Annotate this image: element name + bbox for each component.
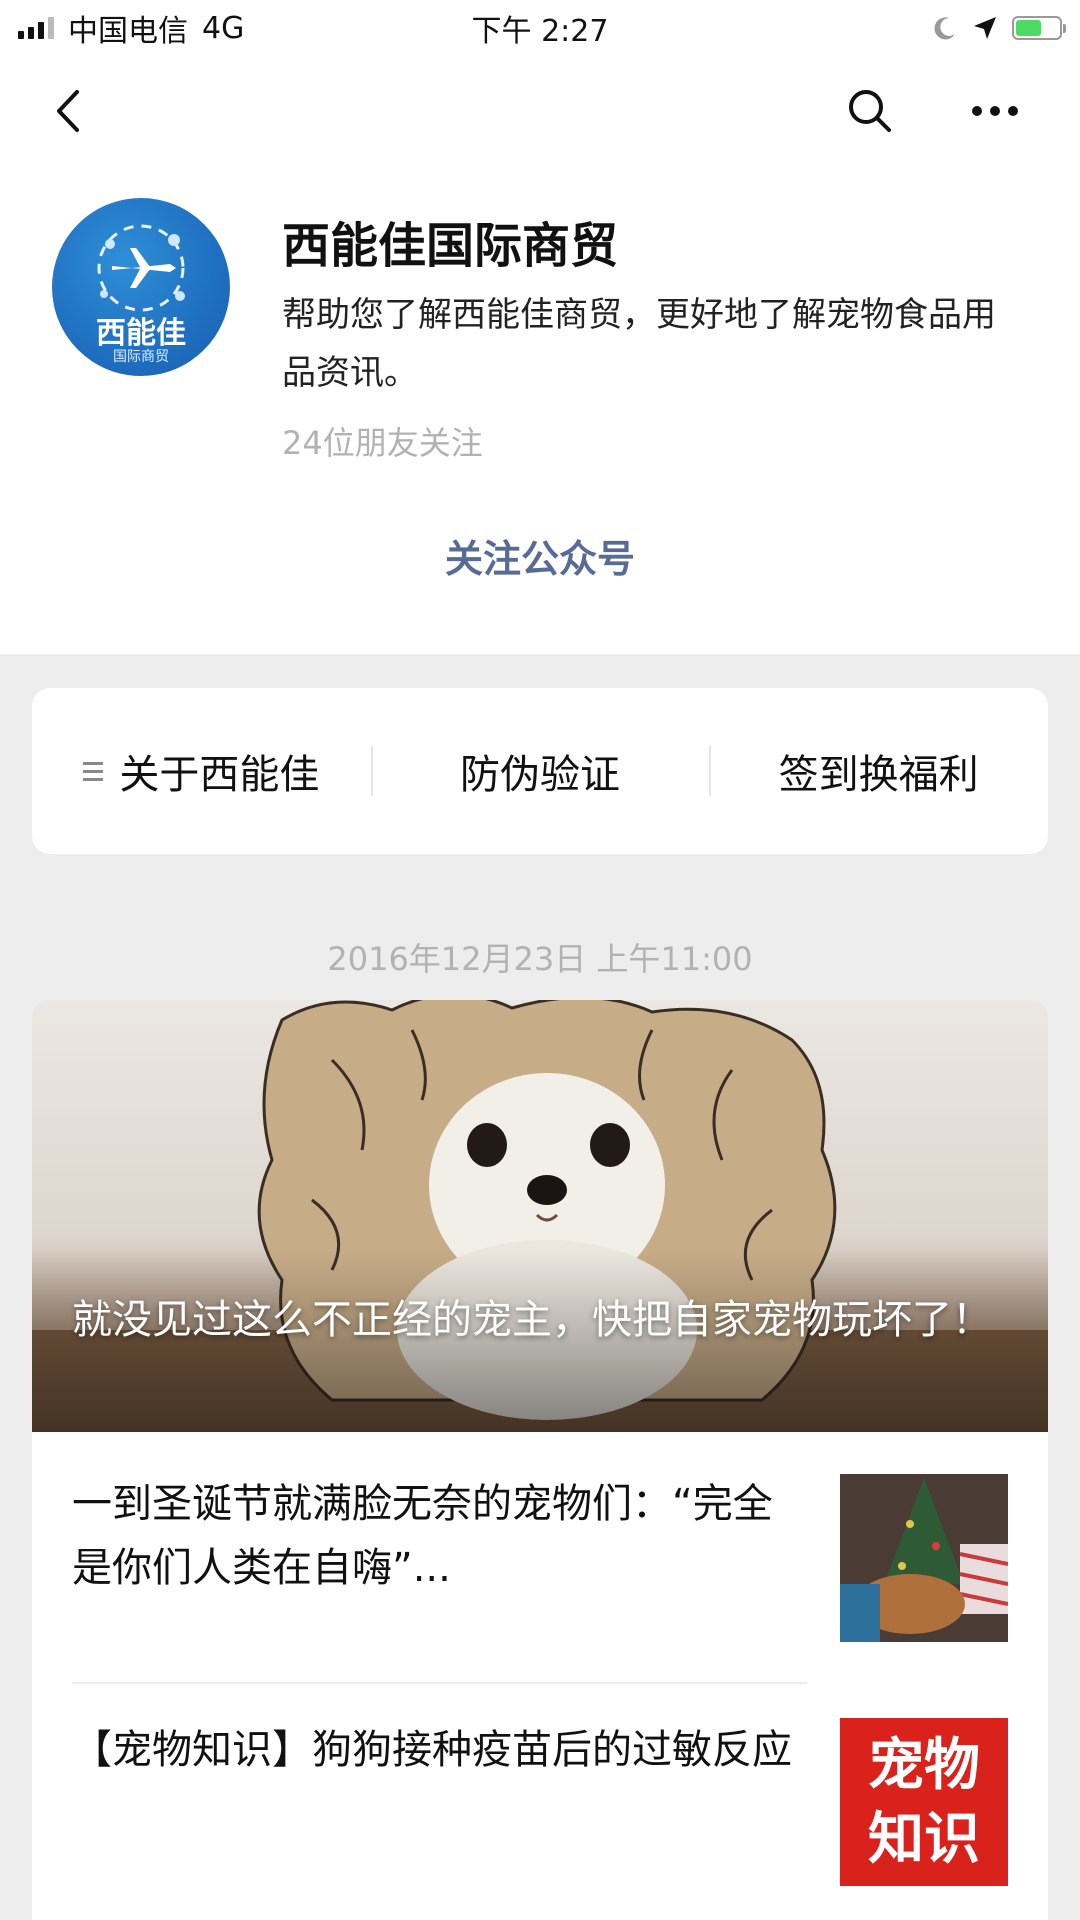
logo-subtext: 国际商贸: [113, 349, 169, 365]
menu-item-about[interactable]: 关于西能佳: [32, 688, 371, 854]
follow-button[interactable]: 关注公众号: [0, 528, 1080, 583]
account-logo[interactable]: 西能佳 国际商贸: [52, 198, 230, 376]
back-arrow-icon: [57, 90, 79, 132]
followers-count: 24位朋友关注: [282, 424, 483, 462]
status-right: [932, 15, 1066, 41]
status-bar: 中国电信 4G 下午 2:27: [0, 0, 1080, 56]
battery-icon: [1012, 16, 1066, 40]
dog-lion-image: [32, 1000, 1048, 1432]
carrier-label: 中国电信: [68, 14, 188, 49]
network-label: 4G: [202, 10, 245, 46]
menu-item-anti-counterfeit[interactable]: 防伪验证: [370, 688, 710, 854]
menu-item-label: 关于西能佳: [119, 752, 320, 798]
submenu-icon: [83, 761, 104, 781]
article-thumbnail: 宠物知识: [840, 1718, 1008, 1886]
location-icon: [974, 17, 996, 39]
account-profile: 西能佳 国际商贸 西能佳国际商贸 帮助您了解西能佳商贸，更好地了解宠物食品用品资…: [0, 166, 1080, 654]
moon-icon: [934, 17, 955, 40]
account-name: 西能佳国际商贸: [282, 218, 619, 274]
more-icon: [972, 106, 1018, 116]
status-left: 中国电信 4G: [18, 6, 244, 50]
menu-item-label: 防伪验证: [460, 752, 620, 798]
menu-item-label: 签到换福利: [778, 752, 979, 798]
nav-bar: [0, 56, 1080, 166]
account-menu: 关于西能佳 防伪验证 签到换福利: [32, 688, 1048, 854]
hero-article[interactable]: 就没见过这么不正经的宠主，快把自家宠物玩坏了！: [32, 1000, 1048, 1432]
article-item[interactable]: 【宠物知识】狗狗接种疫苗后的过敏反应 宠物知识: [32, 1684, 1048, 1920]
post-date: 2016年12月23日 上午11:00: [327, 940, 753, 978]
article-group-card: 就没见过这么不正经的宠主，快把自家宠物玩坏了！ 一到圣诞节就满脸无奈的宠物们：“…: [32, 1000, 1048, 1920]
article-item[interactable]: 一到圣诞节就满脸无奈的宠物们：“完全是你们人类在自嗨”...: [32, 1432, 1048, 1672]
hero-article-title: 就没见过这么不正经的宠主，快把自家宠物玩坏了！: [72, 1297, 992, 1343]
article-thumbnail: [840, 1474, 1008, 1642]
menu-item-checkin-rewards[interactable]: 签到换福利: [709, 688, 1048, 854]
account-description: 帮助您了解西能佳商贸，更好地了解宠物食品用品资讯。: [282, 295, 996, 393]
search-icon: [849, 90, 891, 132]
article-title: 【宠物知识】狗狗接种疫苗后的过敏反应: [72, 1727, 792, 1773]
article-title: 一到圣诞节就满脸无奈的宠物们：“完全是你们人类在自嗨”...: [72, 1481, 773, 1591]
back-button[interactable]: [34, 76, 104, 146]
thumbnail-text: 宠物知识: [868, 1732, 980, 1872]
christmas-dog-image: [840, 1474, 1008, 1642]
more-button[interactable]: [960, 76, 1030, 146]
signal-icon: [18, 17, 54, 39]
search-button[interactable]: [835, 76, 905, 146]
